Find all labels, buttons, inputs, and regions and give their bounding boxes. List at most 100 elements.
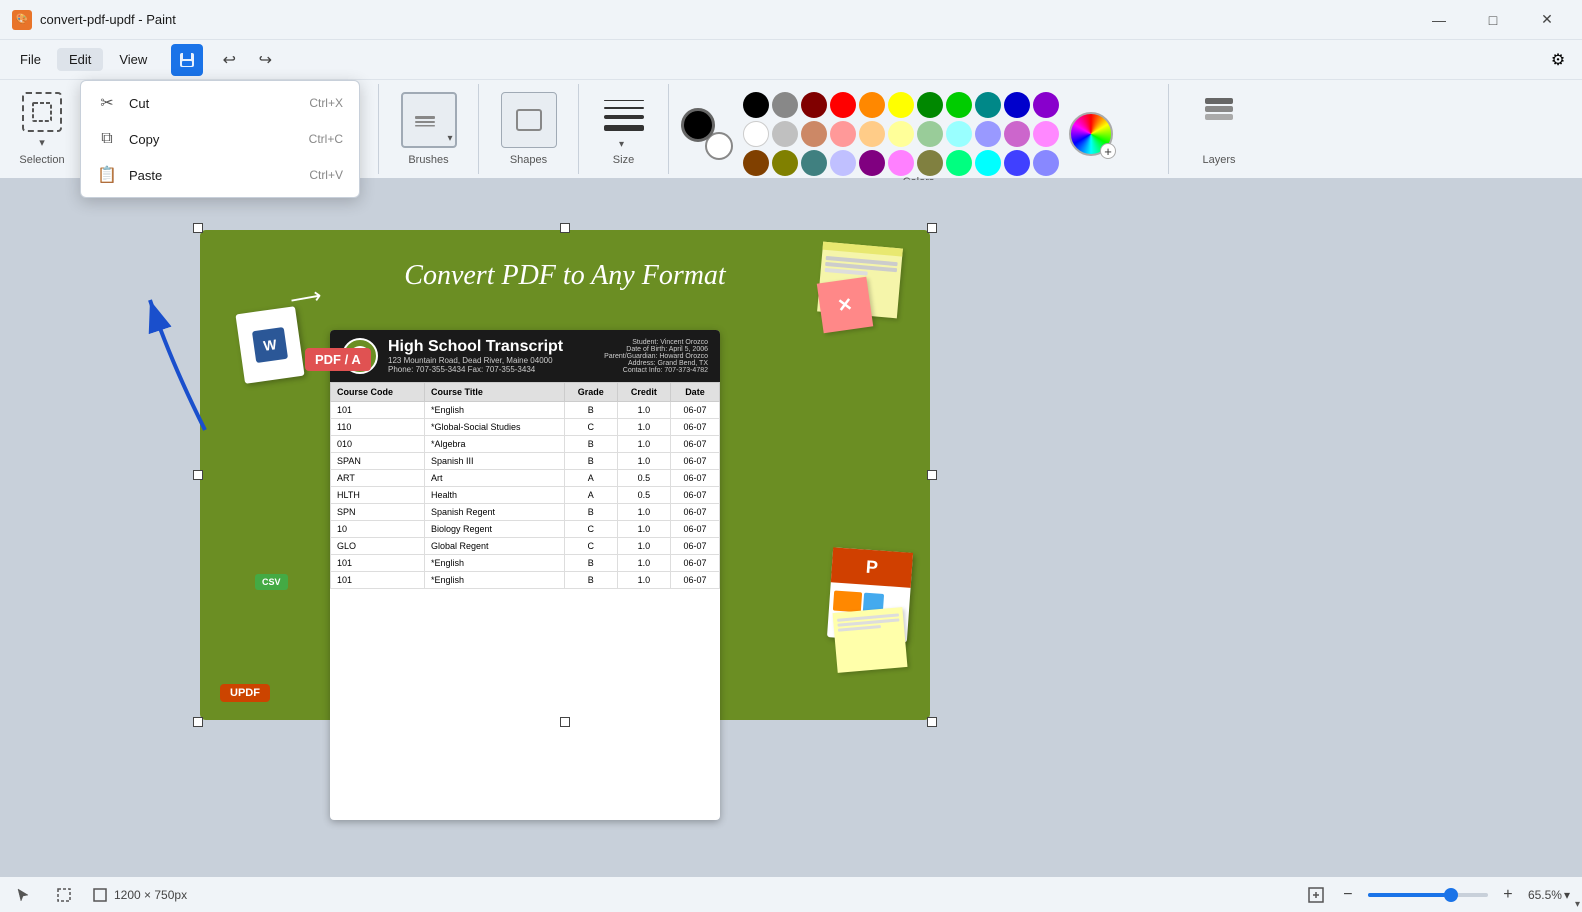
table-row: 010*AlgebraB1.006-07 [331, 436, 720, 453]
color-swatch-mintgreen[interactable] [946, 150, 972, 176]
transcript-card: High School Transcript 123 Mountain Road… [330, 330, 720, 820]
color-swatch-cyan[interactable] [975, 150, 1001, 176]
table-row: 101*EnglishB1.006-07 [331, 555, 720, 572]
table-row: 101*EnglishB1.006-07 [331, 572, 720, 589]
table-row: 110*Global-Social StudiesC1.006-07 [331, 419, 720, 436]
zoom-controls: − + 65.5% ▾ [1304, 883, 1570, 907]
paste-menu-item[interactable]: 📋 Paste Ctrl+V [81, 157, 359, 193]
cut-icon: ✂ [97, 93, 117, 113]
edit-dropdown-menu: ✂ Cut Ctrl+X ⧉ Copy Ctrl+C 📋 Paste Ctrl+… [80, 80, 360, 198]
color-swatch-darkolive[interactable] [917, 150, 943, 176]
color-swatch-periwinkle[interactable] [1033, 150, 1059, 176]
shape-selector-button[interactable]: ▾ [501, 92, 557, 148]
color-swatch-silver[interactable] [772, 121, 798, 147]
color-swatch-lightgreen[interactable] [917, 121, 943, 147]
maximize-button[interactable]: □ [1470, 5, 1516, 35]
size-line-2[interactable] [604, 107, 644, 109]
color-swatch-black[interactable] [743, 92, 769, 118]
th-course-code: Course Code [331, 383, 425, 402]
redo-button[interactable]: ↪ [251, 46, 279, 74]
layers-button[interactable] [1201, 92, 1237, 133]
color-swatch-purple[interactable] [1033, 92, 1059, 118]
color-swatch-lightcyan[interactable] [946, 121, 972, 147]
zoom-fit-button[interactable] [1304, 883, 1328, 907]
color-swatch-white[interactable] [743, 121, 769, 147]
dimensions-text: 1200 × 750px [114, 888, 187, 902]
brush-selector-button[interactable]: ▾ [401, 92, 457, 148]
brushes-label: Brushes [408, 150, 448, 166]
color-swatch-teal[interactable] [975, 92, 1001, 118]
cut-menu-item[interactable]: ✂ Cut Ctrl+X [81, 85, 359, 121]
size-line-4[interactable] [604, 125, 644, 131]
zoom-level-display[interactable]: 65.5% ▾ [1528, 888, 1570, 902]
color-swatch-darkpurple[interactable] [859, 150, 885, 176]
copy-shortcut: Ctrl+C [309, 132, 343, 146]
color-swatch-pink[interactable] [1033, 121, 1059, 147]
minimize-button[interactable]: — [1416, 5, 1462, 35]
color-swatch-darkgreen[interactable] [917, 92, 943, 118]
color-swatch-lightred[interactable] [830, 121, 856, 147]
save-button[interactable] [171, 44, 203, 76]
selection-label: Selection [19, 150, 64, 166]
color-swatch-green[interactable] [946, 92, 972, 118]
color-swatch-lightblue[interactable] [975, 121, 1001, 147]
transcript-address: Address: Grand Bend, TX [604, 360, 708, 367]
color-swatch-red[interactable] [830, 92, 856, 118]
menu-view[interactable]: View [107, 48, 159, 71]
table-row: GLOGlobal RegentC1.006-07 [331, 538, 720, 555]
th-date: Date [670, 383, 719, 402]
undo-button[interactable]: ↩ [215, 46, 243, 74]
zoom-slider-container[interactable] [1368, 893, 1488, 897]
color-swatch-blue[interactable] [1004, 92, 1030, 118]
canvas-image: Convert PDF to Any Format ⟶ PDF / A High… [200, 230, 930, 720]
canvas-area[interactable]: Convert PDF to Any Format ⟶ PDF / A High… [0, 180, 1582, 876]
foreground-color[interactable] [681, 108, 715, 142]
color-swatch-rust[interactable] [743, 150, 769, 176]
color-swatch-gray1[interactable] [772, 92, 798, 118]
color-swatch-magenta[interactable] [888, 150, 914, 176]
table-row: 101*EnglishB1.006-07 [331, 402, 720, 419]
menu-file[interactable]: File [8, 48, 53, 71]
pointer-tool-status[interactable] [12, 883, 36, 907]
table-row: ARTArtA0.506-07 [331, 470, 720, 487]
th-grade: Grade [564, 383, 617, 402]
zoom-in-button[interactable]: + [1496, 883, 1520, 907]
color-swatch-lavendar[interactable] [830, 150, 856, 176]
active-colors-display [681, 108, 733, 160]
size-section: ▾ Size [579, 84, 669, 174]
selection-tool-button[interactable] [22, 92, 62, 132]
color-swatch-lightpurple[interactable] [1004, 121, 1030, 147]
color-swatch-lightyellow[interactable] [888, 121, 914, 147]
settings-button[interactable]: ⚙ [1542, 44, 1574, 76]
cut-shortcut: Ctrl+X [309, 96, 343, 110]
color-swatch-olive[interactable] [772, 150, 798, 176]
table-row: 10Biology RegentC1.006-07 [331, 521, 720, 538]
zoom-dropdown-arrow: ▾ [1564, 888, 1570, 902]
close-button[interactable]: ✕ [1524, 5, 1570, 35]
size-line-1[interactable] [604, 100, 644, 101]
size-line-3[interactable] [604, 115, 644, 119]
transcript-student: Student: Vincent Orozco [604, 339, 708, 346]
zoom-out-button[interactable]: − [1336, 883, 1360, 907]
custom-color-button[interactable]: + [1069, 112, 1113, 156]
color-swatch-orange[interactable] [859, 92, 885, 118]
selection-tool-status[interactable] [52, 883, 76, 907]
color-swatch-darkred[interactable] [801, 92, 827, 118]
size-label: Size [613, 150, 634, 166]
transcript-title: High School Transcript [388, 338, 563, 356]
color-swatch-lightorange[interactable] [859, 121, 885, 147]
color-swatch-darkcyan[interactable] [801, 150, 827, 176]
copy-menu-item[interactable]: ⧉ Copy Ctrl+C [81, 121, 359, 157]
status-bar: 1200 × 750px − + 65.5% ▾ [0, 876, 1582, 912]
copy-label: Copy [129, 132, 297, 147]
transcript-dob: Date of Birth: April 5, 2006 [604, 346, 708, 353]
color-swatch-brown[interactable] [801, 121, 827, 147]
menu-edit[interactable]: Edit [57, 48, 103, 71]
selection-dropdown[interactable]: ▾ [39, 136, 45, 149]
shapes-section: ▾ Shapes [479, 84, 579, 174]
color-swatch-medblue[interactable] [1004, 150, 1030, 176]
size-dropdown[interactable]: ▾ [619, 139, 628, 150]
color-swatch-yellow[interactable] [888, 92, 914, 118]
layers-label: Layers [1202, 150, 1235, 166]
paste-shortcut: Ctrl+V [309, 168, 343, 182]
